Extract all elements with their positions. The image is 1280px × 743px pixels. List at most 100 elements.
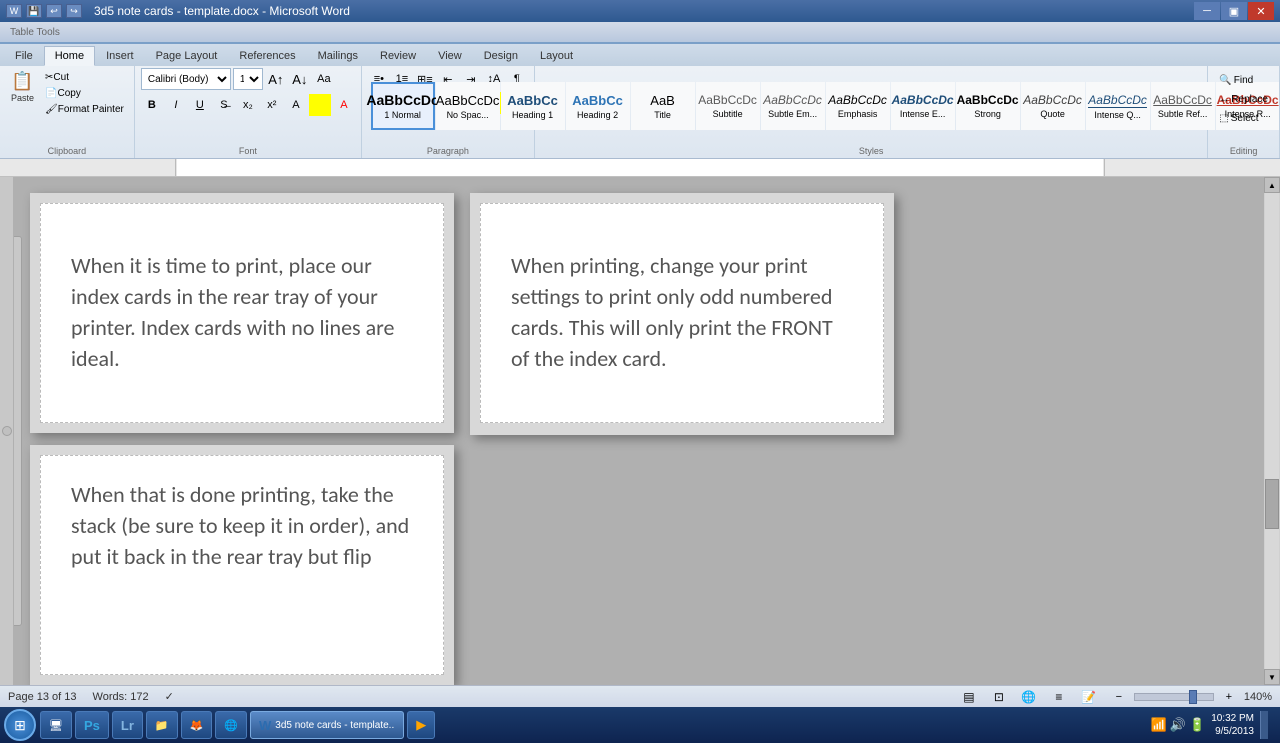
grow-font-button[interactable]: A↑ bbox=[265, 68, 287, 90]
v-scrollbar: ▲ ▼ bbox=[1264, 177, 1280, 685]
subscript-button[interactable]: x₂ bbox=[237, 94, 259, 116]
editing-group: 🔍 Find ↔ Replace ⬚ Select Editing bbox=[1208, 66, 1280, 158]
style-no-spacing[interactable]: AaBbCcDc No Spac... bbox=[436, 82, 500, 130]
shrink-font-button[interactable]: A↓ bbox=[289, 68, 311, 90]
font-color-button[interactable]: A bbox=[333, 94, 355, 116]
taskbar-firefox[interactable]: 🦊 bbox=[181, 711, 213, 739]
start-button[interactable]: ⊞ bbox=[4, 709, 36, 741]
card-3-outer[interactable]: When that is done printing, take the sta… bbox=[30, 445, 454, 685]
minimize-button[interactable]: ─ bbox=[1194, 2, 1220, 20]
explorer-icon: 📁 bbox=[155, 719, 169, 732]
strikethrough-button[interactable]: S̶ bbox=[213, 94, 235, 116]
tab-references[interactable]: References bbox=[228, 46, 306, 66]
word-icon: W bbox=[6, 4, 22, 18]
battery-icon[interactable]: 🔋 bbox=[1189, 717, 1205, 733]
tab-file[interactable]: File bbox=[4, 46, 44, 66]
quick-redo-icon[interactable]: ↪ bbox=[66, 4, 82, 18]
style-heading2[interactable]: AaBbCc Heading 2 bbox=[566, 82, 630, 130]
paste-icon: 📋 bbox=[11, 71, 33, 93]
taskbar: ⊞ 🖥 Ps Lr 📁 🦊 🌐 W 3d5 note cards - templ… bbox=[0, 707, 1280, 743]
select-button[interactable]: ⬚ Select bbox=[1214, 110, 1273, 127]
clock[interactable]: 10:32 PM 9/5/2013 bbox=[1211, 712, 1254, 738]
page-up-handle[interactable] bbox=[2, 426, 12, 436]
view-web[interactable]: 🌐 bbox=[1018, 686, 1040, 708]
status-right: ▤ ⊡ 🌐 ≡ 📝 − + 140% bbox=[958, 686, 1272, 708]
taskbar-word[interactable]: W 3d5 note cards - template... bbox=[250, 711, 404, 739]
tab-home[interactable]: Home bbox=[44, 46, 95, 66]
replace-button[interactable]: ↔ Replace bbox=[1214, 91, 1273, 108]
clear-format-button[interactable]: Aa bbox=[313, 68, 335, 90]
scroll-thumb[interactable] bbox=[1265, 479, 1279, 529]
tab-design[interactable]: Design bbox=[473, 46, 529, 66]
find-button[interactable]: 🔍 Find bbox=[1214, 72, 1273, 89]
highlight-button[interactable]: A bbox=[309, 94, 331, 116]
text-effects-button[interactable]: A bbox=[285, 94, 307, 116]
taskbar-explorer[interactable]: 📁 bbox=[146, 711, 178, 739]
card-2-outer[interactable]: When printing, change your print setting… bbox=[470, 193, 894, 435]
view-draft[interactable]: 📝 bbox=[1078, 686, 1100, 708]
scroll-up-button[interactable]: ▲ bbox=[1264, 177, 1280, 193]
view-print-layout[interactable]: ▤ bbox=[958, 686, 980, 708]
quick-undo-icon[interactable]: ↩ bbox=[46, 4, 62, 18]
volume-icon[interactable]: 🔊 bbox=[1170, 717, 1186, 733]
cut-copy-area: ✂ Cut 📄 Copy 🖌 Format Painter bbox=[41, 70, 128, 117]
tab-page-layout[interactable]: Page Layout bbox=[145, 46, 229, 66]
tab-mailings[interactable]: Mailings bbox=[307, 46, 369, 66]
format-painter-button[interactable]: 🖌 Format Painter bbox=[41, 102, 128, 117]
taskbar-show-desktop[interactable]: 🖥 bbox=[40, 711, 72, 739]
paste-button[interactable]: 📋 Paste bbox=[6, 68, 39, 106]
style-heading1[interactable]: AaBbCc Heading 1 bbox=[501, 82, 565, 130]
right-column: When printing, change your print setting… bbox=[462, 187, 902, 675]
style-intense-e[interactable]: AaBbCcDc Intense E... bbox=[891, 82, 955, 130]
superscript-button[interactable]: x² bbox=[261, 94, 283, 116]
view-outline[interactable]: ≡ bbox=[1048, 686, 1070, 708]
ruler-marks bbox=[176, 159, 1104, 176]
editing-controls: 🔍 Find ↔ Replace ⬚ Select bbox=[1214, 68, 1273, 144]
style-strong[interactable]: AaBbCcDc Strong bbox=[956, 82, 1020, 130]
network-icon[interactable]: 📶 bbox=[1151, 717, 1167, 733]
taskbar-lightroom[interactable]: Lr bbox=[112, 711, 143, 739]
find-label: Find bbox=[1234, 75, 1253, 86]
style-subtle-em[interactable]: AaBbCcDc Subtle Em... bbox=[761, 82, 825, 130]
style-emphasis[interactable]: AaBbCcDc Emphasis bbox=[826, 82, 890, 130]
zoom-out-button[interactable]: − bbox=[1108, 686, 1130, 708]
clipboard-label: Clipboard bbox=[48, 144, 87, 156]
card-3-text: When that is done printing, take the sta… bbox=[71, 480, 413, 572]
title-bar-left: W 💾 ↩ ↪ 3d5 note cards - template.docx -… bbox=[6, 4, 350, 18]
vlc-icon: ▶ bbox=[416, 717, 426, 733]
card-1-text: When it is time to print, place our inde… bbox=[71, 251, 413, 374]
zoom-in-button[interactable]: + bbox=[1218, 686, 1240, 708]
taskbar-photoshop[interactable]: Ps bbox=[75, 711, 109, 739]
tab-layout[interactable]: Layout bbox=[529, 46, 584, 66]
style-subtle-ref[interactable]: AaBbCcDc Subtle Ref... bbox=[1151, 82, 1215, 130]
scroll-down-button[interactable]: ▼ bbox=[1264, 669, 1280, 685]
style-intense-q[interactable]: AaBbCcDc Intense Q... bbox=[1086, 82, 1150, 130]
firefox-icon: 🦊 bbox=[190, 719, 204, 732]
tab-insert[interactable]: Insert bbox=[95, 46, 145, 66]
italic-button[interactable]: I bbox=[165, 94, 187, 116]
style-normal[interactable]: AaBbCcDc 1 Normal bbox=[371, 82, 435, 130]
font-name-select[interactable]: Calibri (Body) bbox=[141, 68, 231, 90]
zoom-slider[interactable] bbox=[1134, 693, 1214, 701]
restore-button[interactable]: ▣ bbox=[1221, 2, 1247, 20]
taskbar-chrome[interactable]: 🌐 bbox=[215, 711, 247, 739]
right-bottom-empty bbox=[470, 447, 894, 669]
tab-review[interactable]: Review bbox=[369, 46, 427, 66]
close-button[interactable]: ✕ bbox=[1248, 2, 1274, 20]
style-subtitle[interactable]: AaBbCcDc Subtitle bbox=[696, 82, 760, 130]
style-quote[interactable]: AaBbCcDc Quote bbox=[1021, 82, 1085, 130]
tab-view[interactable]: View bbox=[427, 46, 473, 66]
quick-save-icon[interactable]: 💾 bbox=[26, 4, 42, 18]
underline-button[interactable]: U bbox=[189, 94, 211, 116]
copy-button[interactable]: 📄 Copy bbox=[41, 86, 128, 101]
card-1-outer[interactable]: When it is time to print, place our inde… bbox=[30, 193, 454, 433]
view-full-screen[interactable]: ⊡ bbox=[988, 686, 1010, 708]
taskbar-vlc[interactable]: ▶ bbox=[407, 711, 435, 739]
bold-button[interactable]: B bbox=[141, 94, 163, 116]
table-tools-bar: Table Tools bbox=[0, 22, 1280, 44]
zoom-thumb[interactable] bbox=[1189, 690, 1197, 704]
show-desktop-button[interactable] bbox=[1260, 711, 1268, 739]
cut-button[interactable]: ✂ Cut bbox=[41, 70, 128, 85]
style-title[interactable]: AaB Title bbox=[631, 82, 695, 130]
font-size-select[interactable]: 180 bbox=[233, 68, 263, 90]
